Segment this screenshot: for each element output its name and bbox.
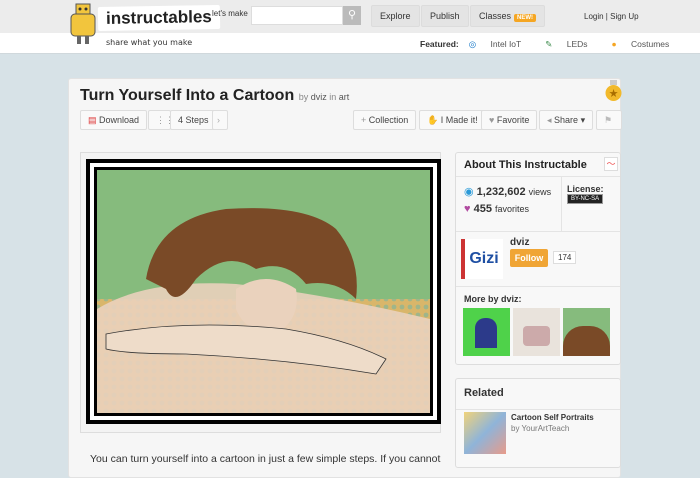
featured-leds[interactable]: ✎ LEDs xyxy=(545,39,599,49)
svg-text:★: ★ xyxy=(609,88,619,100)
related-title: Related xyxy=(464,387,504,399)
nav-publish[interactable]: Publish xyxy=(421,5,469,27)
about-title: About This Instructable xyxy=(464,159,587,171)
chevron-right-icon: › xyxy=(217,115,220,125)
intel-icon: ◎ xyxy=(468,39,479,49)
author-name[interactable]: dviz xyxy=(510,237,529,248)
pdf-icon: ▤ xyxy=(88,115,100,125)
megaphone-icon: ◂ xyxy=(547,115,555,125)
robot-logo-icon[interactable] xyxy=(66,2,100,46)
hand-icon: ✋ xyxy=(427,115,441,125)
share-button[interactable]: ◂ Share ▾ xyxy=(539,110,594,130)
category-link[interactable]: art xyxy=(339,92,350,102)
favorite-button[interactable]: ♥ Favorite xyxy=(481,110,538,130)
featured-label: Featured: xyxy=(420,39,459,49)
mask-icon: ● xyxy=(611,39,620,49)
login-link[interactable]: Login xyxy=(584,12,604,21)
led-icon: ✎ xyxy=(545,39,555,49)
related-item-title[interactable]: Cartoon Self Portraits xyxy=(511,413,594,422)
next-step-button[interactable]: › xyxy=(212,110,228,130)
stats-chart-icon[interactable]: 〜 xyxy=(604,157,618,171)
eye-icon: ◉ xyxy=(464,186,477,198)
featured-intel[interactable]: ◎ Intel IoT xyxy=(469,39,534,49)
auth-links: Login | Sign Up xyxy=(584,12,639,21)
search-input[interactable] xyxy=(251,6,343,25)
more-by-thumb-2[interactable] xyxy=(513,308,560,356)
search-icon: ⚲ xyxy=(347,9,357,21)
related-item-author[interactable]: by YourArtTeach xyxy=(511,424,569,433)
more-by-thumb-1[interactable] xyxy=(463,308,510,356)
brand-logo[interactable]: instructables xyxy=(97,4,221,32)
featured-medal-icon: ★ xyxy=(605,80,622,101)
new-badge: NEW! xyxy=(514,14,537,22)
favorites-stat: ♥ 455 favorites xyxy=(464,203,530,215)
views-stat: ◉ 1,232,602 views xyxy=(464,186,552,198)
search-button[interactable]: ⚲ xyxy=(343,6,361,25)
add-collection-button[interactable]: + Collection xyxy=(353,110,417,130)
cc-license-badge[interactable]: BY-NC-SA xyxy=(567,194,604,204)
classes-label: Classes xyxy=(479,11,512,21)
author-link[interactable]: dviz xyxy=(311,92,327,102)
made-it-button[interactable]: ✋ I Made it! xyxy=(419,110,486,130)
steps-button[interactable]: 4 Steps xyxy=(170,110,217,130)
page-title: Turn Yourself Into a Cartoon by dviz in … xyxy=(80,87,350,104)
heart-icon: ♥ xyxy=(464,203,474,215)
intro-text: You can turn yourself into a cartoon in … xyxy=(90,453,441,465)
download-button[interactable]: ▤ Download xyxy=(80,110,148,130)
more-by-label: More by dviz: xyxy=(464,294,522,304)
steps-grid-button[interactable]: ⋮⋮ xyxy=(148,110,174,130)
related-thumb[interactable] xyxy=(464,412,506,454)
byline: by dviz in art xyxy=(298,92,350,102)
nav-classes[interactable]: Classes NEW! xyxy=(470,5,546,27)
main-image-panel xyxy=(80,152,441,433)
follower-count: 174 xyxy=(553,251,577,264)
lets-make-label: let's make xyxy=(212,9,248,18)
plus-icon: + xyxy=(361,115,369,125)
featured-bar: Featured: ◎ Intel IoT ✎ LEDs ● Costumes xyxy=(420,39,693,50)
license-label: License: xyxy=(567,184,604,194)
flag-icon: ⚑ xyxy=(604,115,613,125)
signup-link[interactable]: Sign Up xyxy=(610,12,638,21)
more-by-thumb-3[interactable] xyxy=(563,308,610,356)
flag-button[interactable]: ⚑ xyxy=(596,110,622,130)
about-panel: About This Instructable 〜 ◉ 1,232,602 vi… xyxy=(455,152,621,365)
author-avatar[interactable]: Gizi xyxy=(461,239,503,279)
tagline: share what you make xyxy=(106,38,193,47)
heart-icon: ♥ xyxy=(489,115,497,125)
cartoon-portrait-image[interactable] xyxy=(86,159,441,424)
follow-button[interactable]: Follow xyxy=(510,249,548,267)
nav-explore[interactable]: Explore xyxy=(371,5,420,27)
featured-costumes[interactable]: ● Costumes xyxy=(612,39,682,49)
related-panel: Related Cartoon Self Portraits by YourAr… xyxy=(455,378,621,468)
